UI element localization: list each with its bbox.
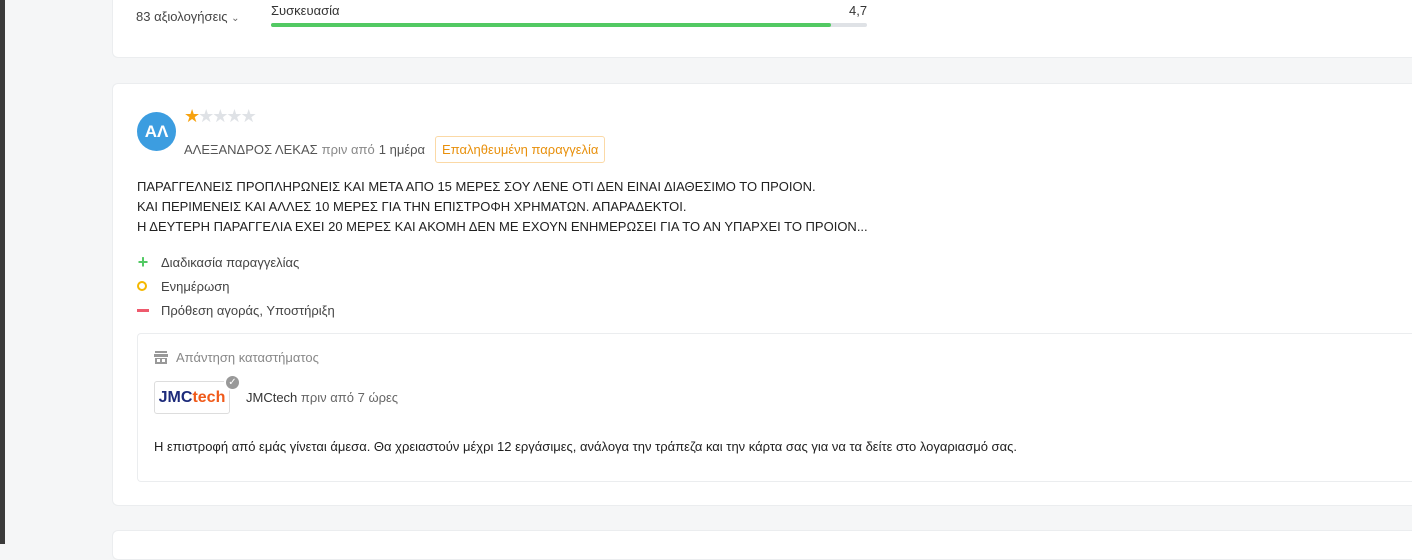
reply-text: Η επιστροφή από εμάς γίνεται άμεσα. Θα χ… [154, 439, 1017, 454]
star-icon: ★ [226, 106, 242, 126]
reviews-count-toggle[interactable]: 83 αξιολογήσεις ⌄ [136, 9, 240, 24]
store-icon [154, 351, 168, 364]
shop-logo[interactable]: JMC tech [154, 381, 230, 414]
window-edge [0, 0, 5, 544]
verified-order-badge: Επαληθευμένη παραγγελία [435, 136, 606, 163]
minus-icon [137, 308, 149, 312]
star-rating: ★★★★★ [184, 106, 257, 127]
shop-reply: Απάντηση καταστήματος JMC tech ✓ JMCtech … [137, 333, 1412, 482]
rating-summary-card: 83 αξιολογήσεις ⌄ Συσκευασία 4,7 [112, 0, 1412, 58]
review-line: Η ΔΕΥΤΕΡΗ ΠΑΡΑΓΓΕΛΙΑ ΕΧΕΙ 20 ΜΕΡΕΣ ΚΑΙ Α… [137, 219, 868, 234]
criterion-bar [271, 23, 867, 27]
verified-check-icon: ✓ [224, 374, 241, 391]
review-time: 1 ημέρα [378, 142, 426, 157]
plus-icon: + [137, 251, 149, 272]
star-icon: ★ [198, 106, 214, 126]
star-icon: ★ [184, 106, 200, 126]
reply-meta: JMCtech πριν από 7 ώρες [246, 390, 398, 405]
review-line: ΚΑΙ ΠΕΡΙΜΕΝΕΙΣ ΚΑΙ ΑΛΛΕΣ 10 ΜΕΡΕΣ ΓΙΑ ΤΗ… [137, 199, 687, 214]
star-icon: ★ [240, 106, 257, 126]
criterion-score: 4,7 [849, 3, 868, 18]
negative-aspect: Πρόθεση αγοράς, Υποστήριξη [137, 298, 335, 322]
circle-icon [137, 281, 147, 291]
neutral-aspect: Ενημέρωση [137, 274, 335, 298]
next-review-card [112, 530, 1412, 560]
star-icon: ★ [212, 106, 228, 126]
criterion-bar-fill [271, 23, 832, 27]
reply-header: Απάντηση καταστήματος [154, 350, 319, 365]
author-name: ΑΛΕΞΑΝΔΡΟΣ ΛΕΚΑΣ [184, 142, 318, 157]
review-aspects: + Διαδικασία παραγγελίας Ενημέρωση Πρόθεσ… [137, 250, 335, 322]
review-meta: ΑΛΕΞΑΝΔΡΟΣ ΛΕΚΑΣ πριν από 1 ημέρα Επαληθ… [184, 136, 606, 163]
avatar: ΑΛ [137, 112, 176, 151]
review-card: ΑΛ ★★★★★ ΑΛΕΞΑΝΔΡΟΣ ΛΕΚΑΣ πριν από 1 ημέ… [112, 83, 1412, 506]
chevron-down-icon: ⌄ [231, 13, 240, 24]
review-line: ΠΑΡΑΓΓΕΛΝΕΙΣ ΠΡΟΠΛΗΡΩΝΕΙΣ ΚΑΙ ΜΕΤΑ ΑΠΟ 1… [137, 179, 816, 194]
positive-aspect: + Διαδικασία παραγγελίας [137, 251, 300, 272]
reply-time: πριν από 7 ώρες [300, 390, 399, 405]
review-text: ΠΑΡΑΓΓΕΛΝΕΙΣ ΠΡΟΠΛΗΡΩΝΕΙΣ ΚΑΙ ΜΕΤΑ ΑΠΟ 1… [137, 177, 868, 237]
criterion-label: Συσκευασία [271, 3, 340, 18]
shop-name: JMCtech [246, 390, 298, 405]
time-prefix: πριν από [321, 142, 375, 157]
